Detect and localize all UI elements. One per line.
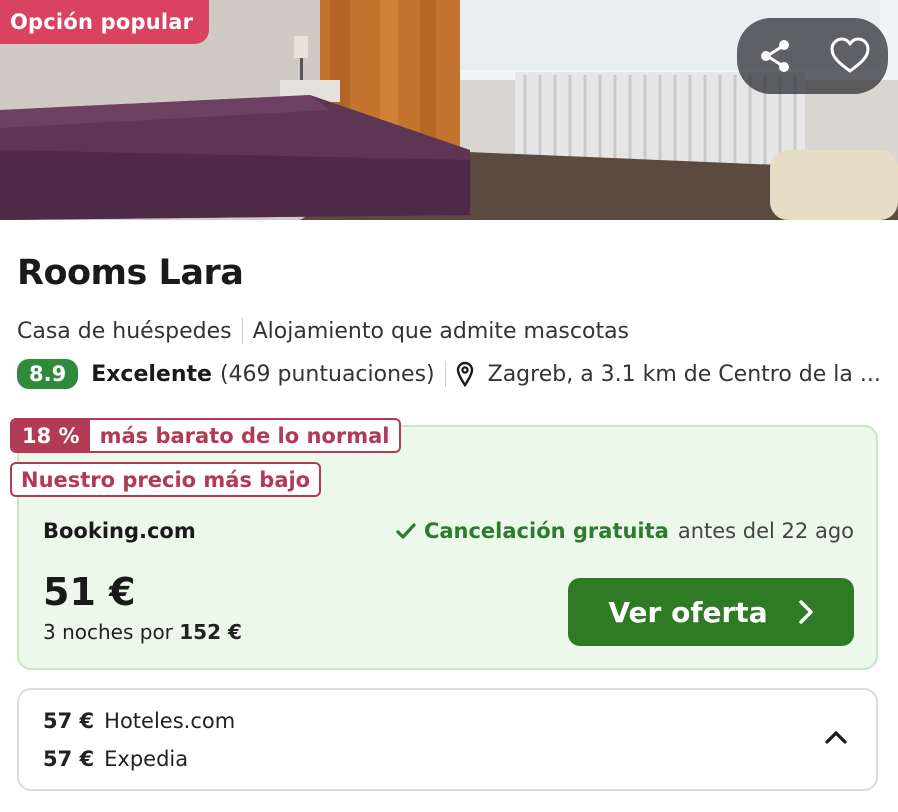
rating-label: Excelente (91, 361, 212, 387)
score-badge: 8.9 (17, 359, 79, 389)
popular-badge: Opción popular (0, 0, 210, 44)
rating-count: (469 puntuaciones) (219, 361, 435, 387)
view-offer-button[interactable]: Ver oferta (568, 578, 854, 646)
other-offers-card[interactable] (17, 688, 878, 791)
cancellation-label: Cancelación gratuita (423, 519, 669, 543)
other-offer-provider: Hoteles.com (104, 709, 236, 733)
location-text[interactable]: Zagreb, a 3.1 km de Centro de la ... (488, 362, 881, 387)
other-offer-price: 57 € (43, 709, 95, 733)
discount-text: más barato de lo normal (99, 423, 390, 448)
divider (444, 361, 446, 387)
pet-friendly-label: Alojamiento que admite mascotas (252, 318, 630, 344)
share-button[interactable] (747, 28, 803, 84)
heart-icon (830, 37, 870, 73)
rating-row: 8.9 Excelente (469 puntuaciones) Zagreb,… (17, 359, 881, 389)
share-icon (760, 40, 789, 72)
total-price: 152 € (179, 620, 242, 644)
total-price-line: 3 noches por 152 € (43, 620, 242, 644)
divider (241, 318, 243, 344)
lowest-price-tag: Nuestro precio más bajo (10, 462, 322, 497)
free-cancellation: Cancelación gratuita antes del 22 ago (396, 519, 854, 543)
nights-text: 3 noches por (43, 620, 173, 644)
hotel-attributes: Casa de huéspedes Alojamiento que admite… (17, 318, 629, 344)
other-offer-price: 57 € (43, 747, 95, 771)
hotel-name[interactable]: Rooms Lara (17, 253, 244, 293)
other-offer-row[interactable]: 57 € Hoteles.com (43, 709, 235, 733)
nightly-price: 51 € (43, 570, 136, 614)
chevron-up-icon[interactable] (823, 728, 849, 746)
checkmark-icon (396, 522, 416, 540)
discount-tag: 18 % más barato de lo normal (10, 418, 402, 453)
discount-percent: 18 % (12, 420, 90, 451)
other-offer-provider: Expedia (104, 747, 189, 771)
other-offer-row[interactable]: 57 € Expedia (43, 747, 188, 771)
offer-provider: Booking.com (43, 519, 196, 543)
favorite-button[interactable] (822, 28, 878, 84)
hotel-photo[interactable]: Opción popular (0, 0, 898, 220)
location-pin-icon (456, 361, 474, 387)
hero-action-group (737, 18, 888, 94)
cancellation-deadline: antes del 22 ago (677, 519, 854, 543)
view-offer-label: Ver oferta (608, 595, 768, 629)
property-type: Casa de huéspedes (17, 318, 232, 344)
chevron-right-icon (798, 600, 813, 624)
